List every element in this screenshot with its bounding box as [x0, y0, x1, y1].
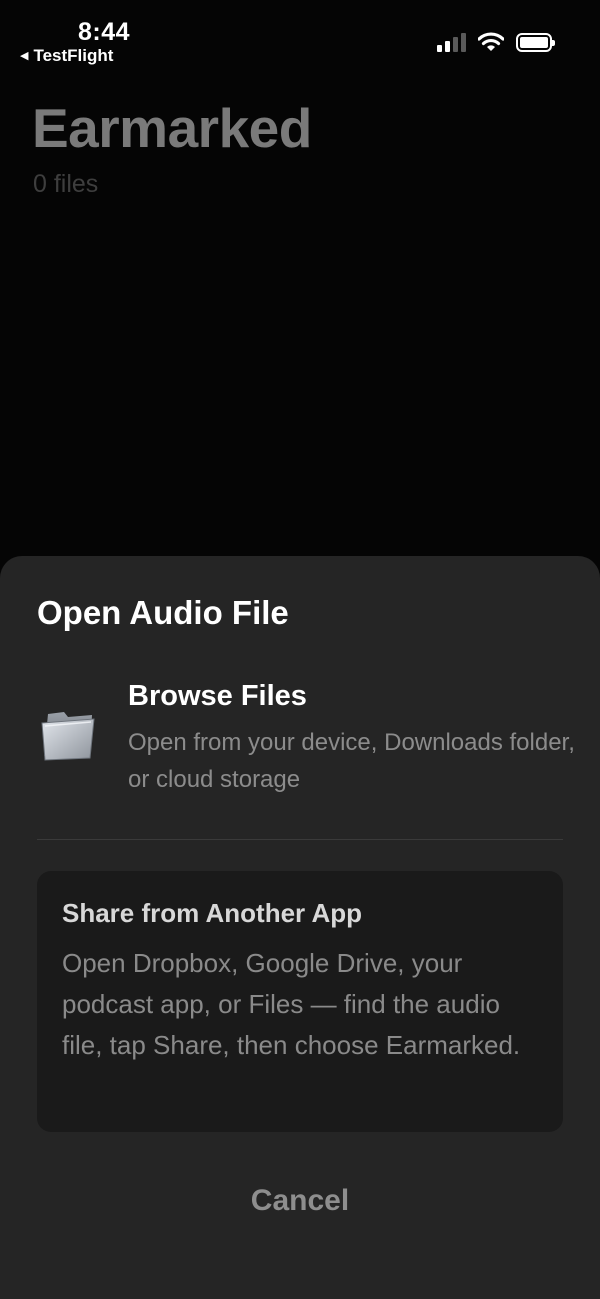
status-icons	[437, 32, 555, 52]
share-card-description: Open Dropbox, Google Drive, your podcast…	[62, 948, 521, 1060]
page-title: Earmarked	[32, 97, 312, 159]
battery-icon	[516, 32, 555, 52]
share-instructions-card: Share from Another App Open Dropbox, Goo…	[37, 871, 563, 1132]
browse-files-title: Browse Files	[128, 680, 307, 712]
status-bar: 8:44 ◀ TestFlight	[0, 0, 600, 80]
cancel-button[interactable]: Cancel	[200, 1178, 400, 1224]
back-to-testflight-link[interactable]: ◀ TestFlight	[20, 46, 113, 66]
sheet-title: Open Audio File	[37, 594, 289, 631]
divider	[37, 839, 563, 840]
browse-files-button[interactable]: Browse Files Open from your device, Down…	[0, 674, 600, 794]
screen: 8:44 ◀ TestFlight Earmarked 0 files Open…	[0, 0, 600, 1299]
folder-icon	[41, 712, 95, 761]
wifi-icon	[478, 32, 504, 51]
cellular-signal-icon	[437, 32, 466, 52]
browse-files-description: Open from your device, Downloads folder,…	[128, 729, 575, 793]
file-count: 0 files	[33, 170, 99, 198]
status-time: 8:44	[78, 18, 131, 46]
back-label: TestFlight	[33, 46, 114, 65]
share-card-title: Share from Another App	[62, 898, 362, 928]
back-caret-icon: ◀	[20, 49, 29, 62]
open-audio-file-sheet: Open Audio File Browse Files Open from y…	[0, 556, 600, 1299]
